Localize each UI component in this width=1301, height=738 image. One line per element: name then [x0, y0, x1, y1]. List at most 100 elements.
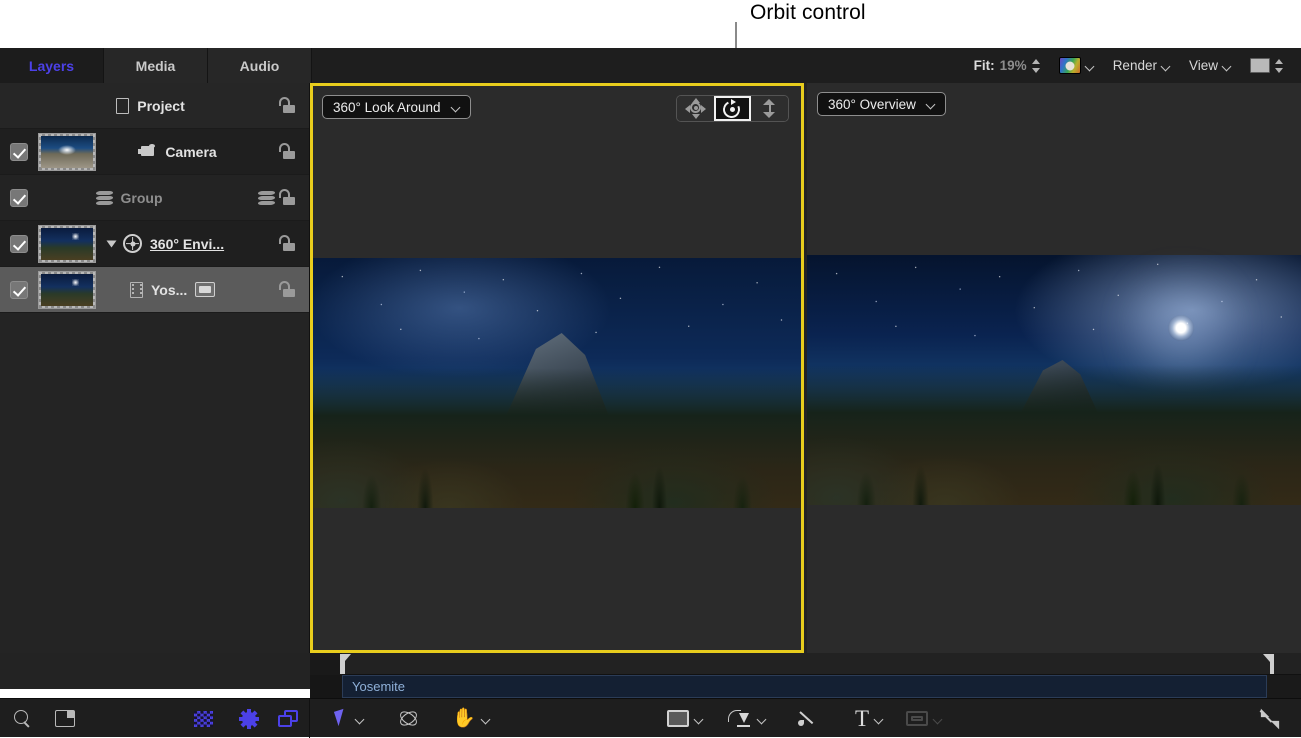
callout-annotation: Orbit control [0, 0, 1301, 48]
viewer-right-overview[interactable]: 360° Overview [807, 83, 1301, 653]
chevron-down-icon[interactable] [758, 716, 767, 722]
orbit-control-button[interactable] [714, 96, 751, 121]
expand-arrows-icon [1260, 709, 1280, 729]
layer-visibility-checkbox[interactable] [10, 143, 28, 161]
chevron-down-icon[interactable] [356, 716, 365, 722]
viewer-left-look-around[interactable]: 360° Look Around [310, 83, 804, 653]
layer-row-group[interactable]: Group [0, 175, 309, 221]
layer-name: Yos... [151, 282, 187, 298]
display-square-icon [1250, 58, 1270, 73]
bezier-pen-tool[interactable] [728, 699, 767, 738]
search-button[interactable] [14, 699, 31, 738]
layer-row-camera[interactable]: Camera [0, 129, 309, 175]
viewer-left-camera-popup[interactable]: 360° Look Around [322, 95, 471, 119]
chevron-down-icon[interactable] [482, 716, 491, 722]
viewer-left-image [313, 258, 801, 508]
layer-row-yosemite[interactable]: Yos... [0, 267, 309, 313]
lock-icon[interactable] [279, 190, 295, 205]
fit-label: Fit: [974, 58, 995, 73]
render-label: Render [1113, 58, 1157, 73]
lock-icon[interactable] [279, 98, 295, 113]
document-icon [116, 98, 129, 114]
film-icon [130, 282, 143, 298]
color-gradient-swatch-icon [1059, 57, 1081, 74]
timeline-panel: Yosemite [310, 653, 1301, 698]
layer-thumbnail [38, 225, 96, 263]
group-badge-icon [258, 191, 275, 204]
transparency-toggle-button[interactable] [194, 699, 213, 738]
expand-view-button[interactable] [1260, 699, 1280, 738]
disclosure-triangle-icon[interactable] [107, 240, 117, 247]
canvas-area: 360° Look Around [310, 83, 1301, 653]
fit-zoom-control[interactable]: Fit: 19% [965, 48, 1050, 83]
tab-media[interactable]: Media [104, 48, 208, 83]
chevron-down-icon[interactable] [1086, 63, 1095, 69]
pan-control-button[interactable] [677, 96, 714, 121]
view-menu[interactable]: View [1180, 48, 1241, 83]
3d-transform-icon [398, 709, 419, 729]
camera-icon [138, 145, 157, 158]
environment-icon [123, 234, 142, 253]
chevron-down-icon[interactable] [452, 104, 461, 110]
gear-icon [240, 710, 258, 728]
timeline-ruler[interactable] [310, 653, 1301, 675]
view-label: View [1189, 58, 1218, 73]
mask-tool[interactable] [906, 699, 943, 738]
3d-transform-tool[interactable] [398, 699, 419, 738]
tab-audio[interactable]: Audio [208, 48, 312, 83]
color-channel-control[interactable] [1050, 48, 1104, 83]
out-point-marker-icon[interactable] [1263, 654, 1274, 674]
settings-button[interactable] [240, 699, 258, 738]
stepper-icon[interactable] [1275, 59, 1284, 73]
lock-icon[interactable] [279, 282, 295, 297]
layer-row-project[interactable]: Project [0, 83, 309, 129]
render-menu[interactable]: Render [1104, 48, 1180, 83]
chevron-down-icon[interactable] [927, 101, 936, 107]
lock-icon[interactable] [279, 236, 295, 251]
top-toolbar: Layers Media Audio Fit: 19% Render [0, 48, 1301, 83]
layer-name: Camera [165, 144, 216, 160]
paint-stroke-tool[interactable] [797, 699, 819, 738]
timeline-gutter [310, 653, 342, 675]
layer-name: Group [121, 190, 163, 206]
shape-rect-tool[interactable] [667, 699, 704, 738]
motion-app-window: Orbit control Layers Media Audio Fit: 19… [0, 0, 1301, 689]
viewer-right-camera-popup[interactable]: 360° Overview [817, 92, 946, 116]
windows-icon [278, 710, 298, 727]
pen-icon [728, 709, 752, 728]
chevron-down-icon[interactable] [695, 716, 704, 722]
layout-button[interactable] [55, 699, 75, 738]
tab-layers[interactable]: Layers [0, 48, 104, 83]
layer-visibility-checkbox[interactable] [10, 235, 28, 253]
updown-control-button[interactable] [751, 96, 788, 121]
layer-row-360-environment[interactable]: 360° Envi... [0, 221, 309, 267]
timeline-clip-yosemite[interactable]: Yosemite [342, 675, 1267, 698]
image-badge-icon[interactable] [195, 282, 215, 297]
windows-button[interactable] [278, 699, 298, 738]
track-gutter [310, 675, 342, 698]
layout-icon [55, 710, 75, 727]
chevron-down-icon[interactable] [875, 716, 884, 722]
checkerboard-icon [194, 711, 213, 727]
layer-visibility-checkbox[interactable] [10, 281, 28, 299]
stepper-icon[interactable] [1032, 59, 1041, 73]
chevron-down-icon[interactable] [1162, 63, 1171, 69]
pan-hand-tool[interactable]: ✋ [452, 699, 491, 738]
paint-brush-icon [797, 709, 819, 728]
lock-icon[interactable] [279, 144, 295, 159]
text-tool[interactable]: T [855, 699, 884, 738]
chevron-down-icon[interactable] [1223, 63, 1232, 69]
chevron-down-icon[interactable] [934, 716, 943, 722]
orbit-icon [723, 99, 742, 118]
select-arrow-icon [336, 710, 350, 728]
in-point-marker-icon[interactable] [340, 654, 351, 674]
search-icon [14, 710, 31, 727]
viewer-right-camera-label: 360° Overview [828, 97, 916, 112]
layer-name: 360° Envi... [150, 236, 224, 252]
select-arrow-tool[interactable] [336, 699, 365, 738]
layer-visibility-checkbox[interactable] [10, 189, 28, 207]
layer-thumbnail [38, 271, 96, 309]
callout-leader-line [735, 22, 737, 48]
display-layout-control[interactable] [1241, 48, 1293, 83]
bottom-toolbar-right: ✋ T [310, 699, 1301, 738]
